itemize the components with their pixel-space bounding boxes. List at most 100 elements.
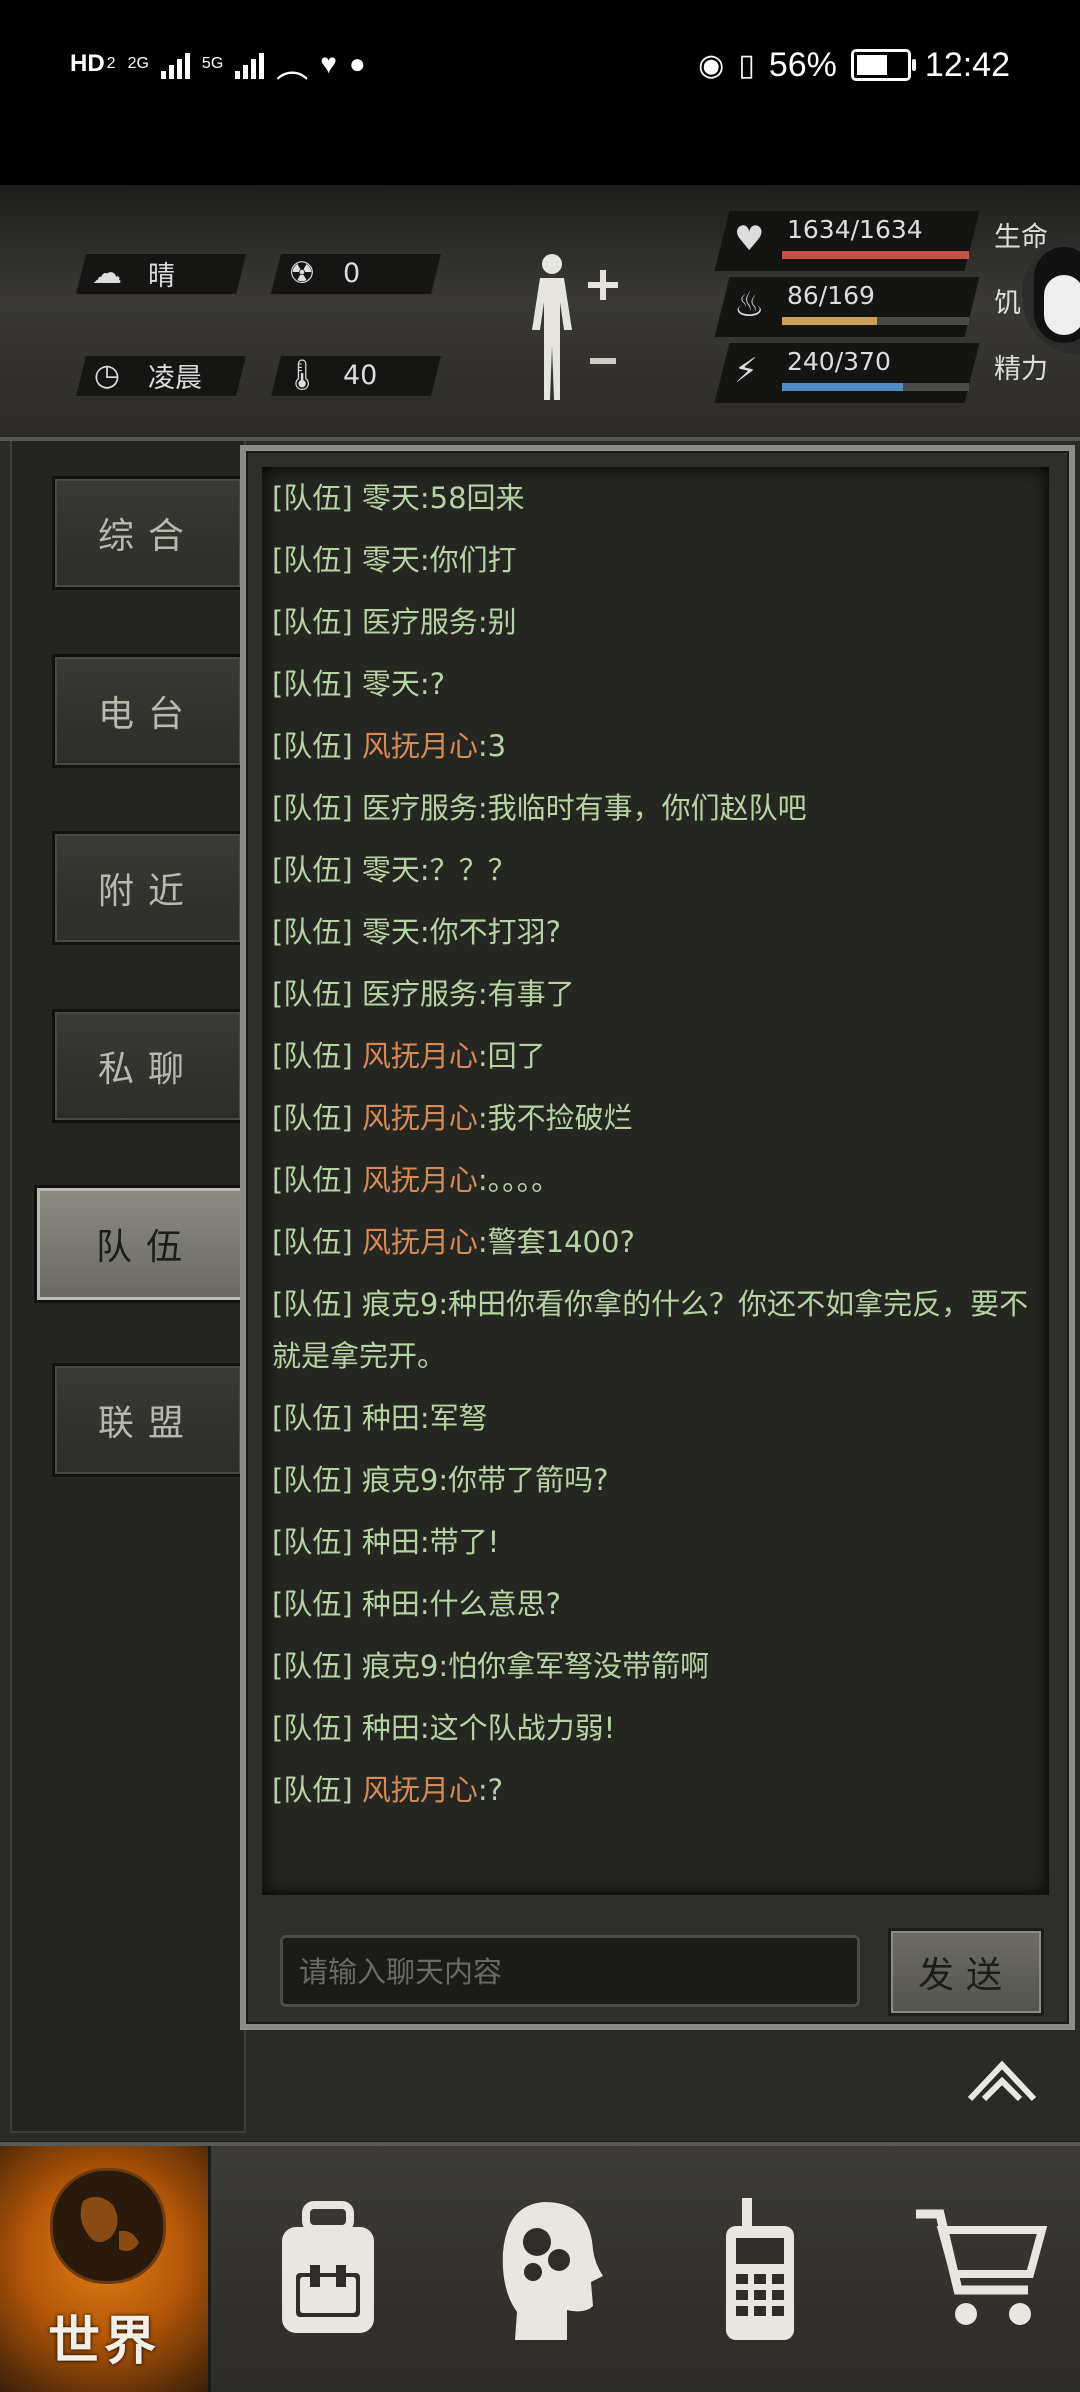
weather-indicator[interactable]: ☁ 晴 <box>88 253 175 293</box>
sender-name[interactable]: 风抚月心 <box>362 729 478 763</box>
channel-tabs: 综合 电台 附近 私聊 队伍 联盟 <box>10 441 258 2133</box>
message-log[interactable]: [队伍] 零天:58回来 [队伍] 零天:你们打 [队伍] 医疗服务:别 [队伍] 零… <box>262 467 1049 1895</box>
nav-world[interactable]: 世界 <box>0 2146 211 2392</box>
net-2g: 2G <box>127 55 149 72</box>
hd-badge: HD <box>70 50 105 77</box>
sender-name[interactable]: 零天 <box>362 543 420 577</box>
body-figure-icon <box>532 278 572 400</box>
stat-row[interactable]: ♨ 86/169 饥饿 <box>714 277 1052 337</box>
body-status-button[interactable] <box>520 250 630 405</box>
message-text: :有事了 <box>477 977 575 1011</box>
backpack-icon <box>282 2201 374 2333</box>
list-item[interactable]: [队伍] 痕克9:怕你拿军弩没带箭啊 <box>272 1635 1039 1697</box>
stat-bar-fill <box>782 317 878 325</box>
list-item[interactable]: [队伍] 零天:你不打羽? <box>272 901 1039 963</box>
sender-name[interactable]: 风抚月心 <box>362 1039 478 1073</box>
channel-tag: [队伍] <box>272 1649 353 1683</box>
channel-tag: [队伍] <box>272 1773 353 1807</box>
list-item[interactable]: [队伍] 零天:？？？ <box>272 839 1039 901</box>
sender-name[interactable]: 零天 <box>362 481 420 515</box>
message-text: :警套1400? <box>477 1225 635 1259</box>
tab-private[interactable]: 私聊 <box>52 1009 244 1123</box>
chat-input-box[interactable] <box>280 1935 860 2007</box>
list-item[interactable]: [队伍] 风抚月心:3 <box>272 715 1039 777</box>
nav-shop[interactable] <box>880 2146 1080 2392</box>
list-item[interactable]: [队伍] 医疗服务:我临时有事，你们赵队吧 <box>272 777 1039 839</box>
sender-name[interactable]: 痕克9 <box>362 1649 438 1683</box>
sender-name[interactable]: 种田 <box>362 1401 420 1435</box>
sender-name[interactable]: 种田 <box>362 1587 420 1621</box>
eye-icon: ◉ <box>698 48 725 82</box>
cloud-sun-icon: ☁ <box>92 255 122 291</box>
sender-name[interactable]: 医疗服务 <box>362 977 478 1011</box>
send-button[interactable]: 发送 <box>888 1928 1044 2016</box>
sender-name[interactable]: 风抚月心 <box>362 1225 478 1259</box>
list-item[interactable]: [队伍] 风抚月心:? <box>272 1759 1039 1821</box>
list-item[interactable]: [队伍] 痕克9:种田你看你拿的什么？你还不如拿完反，要不就是拿完开。 <box>272 1273 1039 1387</box>
message-text: :什么意思? <box>419 1587 562 1621</box>
message-text: :这个队战力弱! <box>419 1711 616 1745</box>
sender-name[interactable]: 种田 <box>362 1711 420 1745</box>
list-item[interactable]: [队伍] 风抚月心:。。。。 <box>272 1149 1039 1211</box>
list-item[interactable]: [队伍] 零天:? <box>272 653 1039 715</box>
collapse-chevron-icon[interactable] <box>966 2055 1038 2107</box>
sender-name[interactable]: 种田 <box>362 1525 420 1559</box>
message-text: :。。。。 <box>477 1163 561 1197</box>
sender-name[interactable]: 零天 <box>362 853 420 887</box>
tab-nearby[interactable]: 附近 <box>52 831 244 945</box>
list-item[interactable]: [队伍] 医疗服务:有事了 <box>272 963 1039 1025</box>
tab-alliance[interactable]: 联盟 <box>52 1363 244 1477</box>
system-status-bar: HD 2 2G 5G ︵ ♥ ● ◉ ▯ 56% 12:42 <box>0 0 1080 185</box>
bottom-navigation: 世界 <box>0 2142 1080 2392</box>
nav-skills[interactable] <box>450 2146 650 2392</box>
time-indicator[interactable]: ◷ 凌晨 <box>88 355 202 395</box>
nav-backpack[interactable] <box>228 2146 428 2392</box>
skills-head-icon <box>502 2202 603 2340</box>
qq-icon: ● <box>348 48 366 79</box>
list-item[interactable]: [队伍] 零天:58回来 <box>272 467 1039 529</box>
list-item[interactable]: [队伍] 零天:你们打 <box>272 529 1039 591</box>
stat-bar <box>782 317 969 325</box>
list-item[interactable]: [队伍] 风抚月心:回了 <box>272 1025 1039 1087</box>
sender-name[interactable]: 痕克9 <box>362 1287 438 1321</box>
list-item[interactable]: [队伍] 种田:军弩 <box>272 1387 1039 1449</box>
sender-name[interactable]: 风抚月心 <box>362 1101 478 1135</box>
message-text: :? <box>419 667 446 701</box>
sender-name[interactable]: 零天 <box>362 667 420 701</box>
channel-tag: [队伍] <box>272 1463 353 1497</box>
sender-name[interactable]: 风抚月心 <box>362 1163 478 1197</box>
list-item[interactable]: [队伍] 风抚月心:警套1400? <box>272 1211 1039 1273</box>
nav-radio[interactable] <box>660 2146 860 2392</box>
list-item[interactable]: [队伍] 痕克9:你带了箭吗? <box>272 1449 1039 1511</box>
stomach-icon: ♨ <box>734 285 765 325</box>
list-item[interactable]: [队伍] 风抚月心:我不捡破烂 <box>272 1087 1039 1149</box>
stat-row[interactable]: ⚡ 240/370 精力 <box>714 343 1052 403</box>
tab-general[interactable]: 综合 <box>52 476 244 590</box>
chat-input[interactable] <box>297 1946 841 1998</box>
sender-name[interactable]: 医疗服务 <box>362 791 478 825</box>
message-text: :回了 <box>477 1039 546 1073</box>
channel-tag: [队伍] <box>272 605 353 639</box>
stat-value: 1634/1634 <box>787 215 923 244</box>
heart-icon: ♥ <box>320 48 337 79</box>
stat-value: 86/169 <box>787 281 875 310</box>
sender-name[interactable]: 医疗服务 <box>362 605 478 639</box>
list-item[interactable]: [队伍] 医疗服务:别 <box>272 591 1039 653</box>
message-text: :我不捡破烂 <box>477 1101 633 1135</box>
list-item[interactable]: [队伍] 种田:带了! <box>272 1511 1039 1573</box>
radiation-indicator[interactable]: ☢ 0 <box>283 253 361 293</box>
stat-bar <box>782 251 969 259</box>
tab-radio[interactable]: 电台 <box>52 654 244 768</box>
tab-team[interactable]: 队伍 <box>34 1185 258 1303</box>
channel-tag: [队伍] <box>272 1101 353 1135</box>
stat-value: 240/370 <box>787 347 891 376</box>
world-globe-icon <box>50 2168 166 2284</box>
stat-row[interactable]: ♥ 1634/1634 生命 <box>714 211 1052 271</box>
list-item[interactable]: [队伍] 种田:这个队战力弱! <box>272 1697 1039 1759</box>
temperature-indicator[interactable]: 🌡 40 <box>283 355 377 395</box>
sender-name[interactable]: 痕克9 <box>362 1463 438 1497</box>
chat-panel: 综合 电台 附近 私聊 队伍 联盟 [队伍] 零天:58回来 [队伍] 零天:你们… <box>0 441 1080 2141</box>
sender-name[interactable]: 零天 <box>362 915 420 949</box>
list-item[interactable]: [队伍] 种田:什么意思? <box>272 1573 1039 1635</box>
sender-name[interactable]: 风抚月心 <box>362 1773 478 1807</box>
